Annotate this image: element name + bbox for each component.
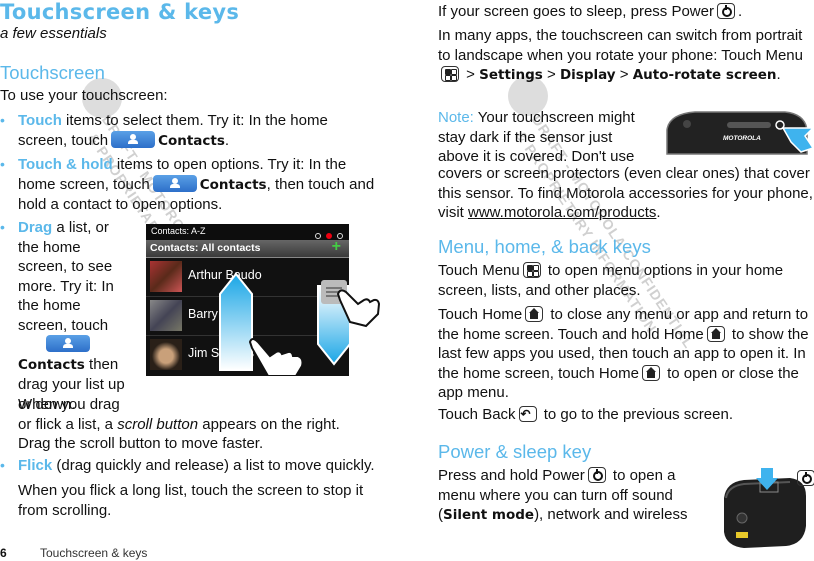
contacts-top-bar: Contacts: A-Z (146, 224, 349, 240)
drag-note-line: Drag the scroll button to move faster. (18, 435, 264, 452)
home-text: Touch Home (438, 306, 523, 323)
contacts-label: Contacts (199, 176, 267, 193)
menu-text: Touch Menu (438, 262, 520, 279)
menu-path-display: Display (559, 67, 616, 83)
drag-note-line: When you drag (18, 396, 120, 413)
sleep-text: . (737, 3, 743, 20)
power-text: ), network and wireless (534, 506, 688, 523)
page-number: 6 (0, 546, 7, 560)
power-key-icon (716, 3, 735, 19)
menu-key-icon (522, 262, 541, 278)
power-paragraph: Press and hold Power to open a menu wher… (438, 466, 700, 526)
contacts-list-title: Contacts: All contacts (150, 242, 261, 254)
home-key-paragraph: Touch Home to close any menu or app and … (438, 305, 814, 403)
menu-key-icon (441, 66, 459, 82)
scroll-button-term: scroll button (117, 415, 199, 433)
section-heading-keys: Menu, home, & back keys (438, 236, 651, 257)
back-text: Touch Back (438, 406, 516, 423)
home-key-icon (525, 306, 544, 322)
rotate-text: In many apps, the touchscreen can switch… (438, 27, 803, 64)
flick-note: When you flick a long list, touch the sc… (18, 482, 364, 519)
touchscreen-intro: To use your touchscreen: (0, 87, 168, 104)
hand-pointer-icon (336, 289, 380, 328)
motorola-products-link[interactable]: www.motorola.com/products (468, 204, 656, 221)
menu-path-auto-rotate: Auto-rotate screen (632, 67, 777, 83)
bullet-dot: • (0, 156, 5, 172)
note-text: . (656, 204, 661, 221)
bullet-text: a list, or the home screen, to see more.… (18, 219, 114, 334)
phone-sensor-illustration: MOTOROLA (666, 111, 814, 155)
home-key-icon (706, 325, 725, 342)
rotate-paragraph: In many apps, the touchscreen can switch… (438, 27, 803, 83)
page-dot (315, 233, 321, 239)
phone-brand-label: MOTOROLA (723, 135, 761, 142)
bullet-dot: • (0, 219, 5, 235)
sleep-text: If your screen goes to sleep, press Powe… (438, 3, 714, 20)
contacts-app-icon (111, 130, 156, 148)
contact-photo (150, 261, 182, 292)
term-flick: Flick (18, 457, 53, 474)
section-heading-touchscreen: Touchscreen (0, 62, 105, 83)
menu-path-settings: Settings (479, 67, 543, 83)
footer-section-title: Touchscreen & keys (40, 546, 148, 560)
contact-photo (150, 300, 182, 331)
power-key-icon (587, 467, 606, 483)
term-drag: Drag (18, 219, 53, 236)
contacts-label: Contacts (158, 132, 225, 149)
plus-icon[interactable]: + (332, 239, 341, 255)
contacts-screenshot: Contacts: A-Z Contacts: All contacts + A… (146, 224, 349, 376)
back-key-paragraph: Touch Back to go to the previous screen. (438, 405, 814, 425)
bullet-drag: • Drag a list, or the home screen, to se… (0, 218, 132, 414)
drag-note: When you drag or flick a list, a scroll … (18, 395, 388, 454)
power-text: Press and hold Power (438, 467, 585, 484)
bullet-dot: • (0, 457, 5, 473)
page-subtitle: a few essentials (0, 25, 107, 42)
bullet-touch: • Touch items to select them. Try it: In… (0, 111, 380, 151)
section-heading-power: Power & sleep key (438, 441, 592, 462)
term-touch: Touch (18, 112, 62, 129)
note-paragraph: Note: Your touchscreen might stay dark i… (438, 108, 653, 167)
sleep-paragraph: If your screen goes to sleep, press Powe… (438, 2, 814, 22)
note-paragraph-cont: covers or screen protectors (even clear … (438, 164, 814, 223)
contacts-list-header: Contacts: All contacts + (146, 239, 349, 258)
bullet-text: (drag quickly and release) a list to mov… (52, 457, 375, 474)
contact-photo (150, 339, 182, 370)
bullet-touch-hold: • Touch & hold items to open options. Tr… (0, 155, 380, 215)
drag-note-line: appears on the right. (198, 415, 340, 433)
bullet-dot: • (0, 112, 5, 128)
power-key-icon (797, 470, 814, 486)
note-label: Note: (438, 109, 474, 126)
menu-key-paragraph: Touch Menu to open menu options in your … (438, 261, 814, 300)
term-touch-hold: Touch & hold (18, 156, 113, 173)
contacts-label: Contacts (18, 356, 85, 373)
hand-pointer-icon (248, 338, 304, 376)
contact-name: Barry (188, 307, 218, 321)
page-title: Touchscreen & keys (0, 0, 240, 24)
back-key-icon (518, 406, 537, 422)
home-key-icon (641, 364, 660, 381)
contacts-app-icon (152, 174, 197, 192)
contacts-app-icon (46, 335, 90, 352)
bullet-flick: • Flick (drag quickly and release) a lis… (0, 456, 390, 476)
back-text: to go to the previous screen. (539, 406, 733, 423)
drag-note-line: or flick a list, a (18, 415, 118, 433)
silent-mode-label: Silent mode (443, 507, 535, 523)
bullet-text: . (224, 131, 230, 149)
contacts-az-label: Contacts: A-Z (151, 226, 206, 236)
